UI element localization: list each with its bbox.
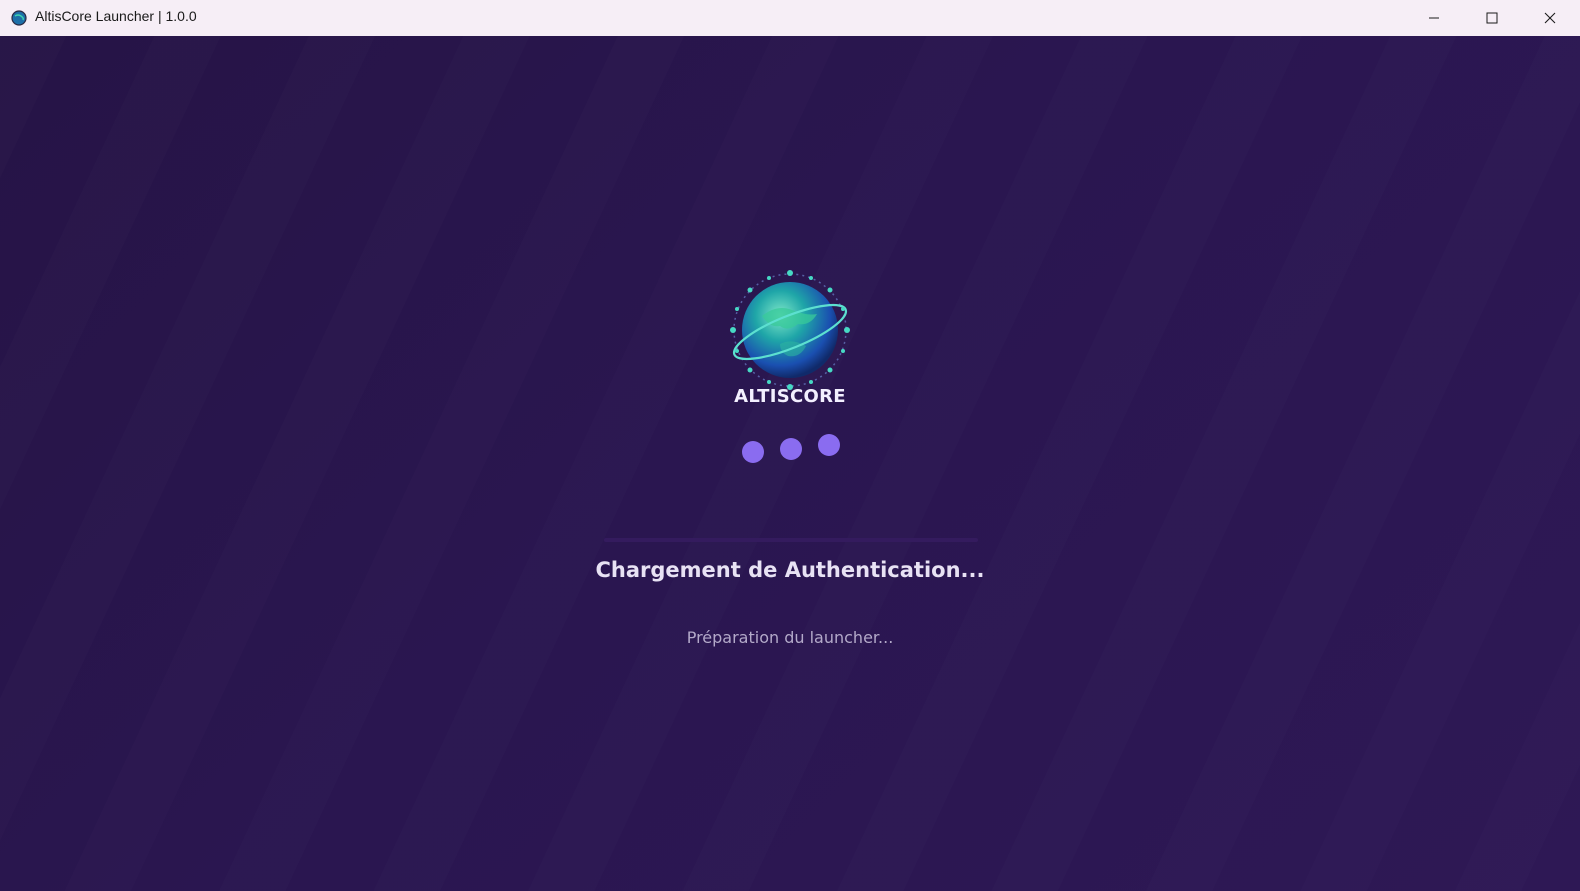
- logo-text: ALTISCORE: [734, 386, 846, 407]
- loading-dot: [742, 441, 764, 463]
- globe-logo-icon: [722, 266, 858, 406]
- globe-icon: [10, 9, 28, 27]
- minimize-icon: [1428, 9, 1440, 28]
- loading-subtitle: Préparation du launcher...: [686, 628, 894, 647]
- loading-dot: [780, 438, 802, 460]
- loading-title: Chargement de Authentication...: [595, 558, 985, 582]
- minimize-button[interactable]: [1405, 0, 1463, 36]
- close-icon: [1544, 9, 1556, 28]
- close-button[interactable]: [1521, 0, 1579, 36]
- loading-dot: [818, 434, 840, 456]
- title-bar[interactable]: AltisCore Launcher | 1.0.0: [0, 0, 1580, 36]
- maximize-button[interactable]: [1463, 0, 1521, 36]
- maximize-icon: [1486, 9, 1498, 28]
- splash-screen: ALTISCORE Chargement de Authentication..…: [0, 36, 1580, 891]
- window-title: AltisCore Launcher | 1.0.0: [35, 8, 197, 24]
- progress-bar: [604, 538, 978, 542]
